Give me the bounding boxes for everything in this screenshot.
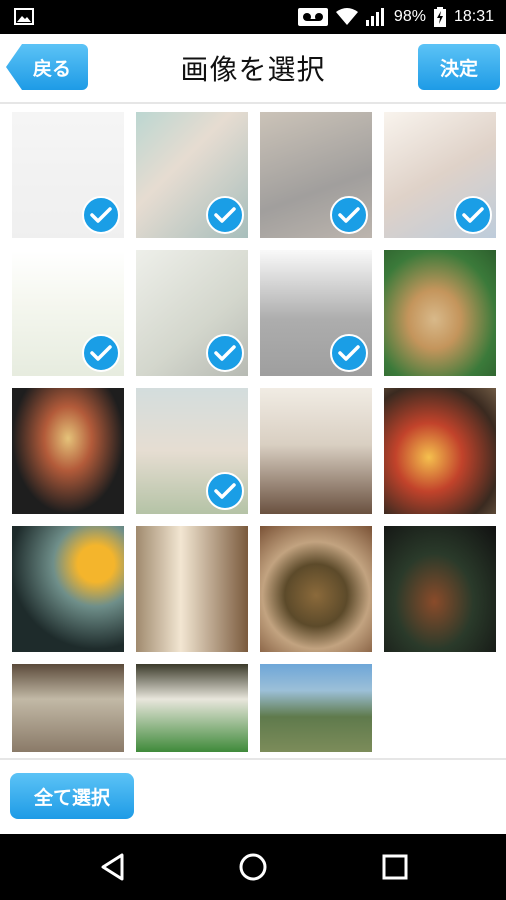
clock: 18:31 [453, 8, 494, 25]
photo-thumbnail [136, 664, 248, 752]
photo-tile[interactable] [384, 526, 496, 652]
photo-tile[interactable] [12, 388, 124, 514]
photo-thumbnail [12, 664, 124, 752]
checkmark-icon [206, 334, 244, 372]
back-icon[interactable] [98, 852, 128, 882]
checkmark-icon [206, 472, 244, 510]
photo-tile[interactable] [136, 112, 248, 238]
photo-tile[interactable] [136, 664, 248, 752]
photo-thumbnail [384, 388, 496, 514]
home-icon[interactable] [238, 852, 268, 882]
checkmark-icon [82, 196, 120, 234]
photo-tile[interactable] [12, 526, 124, 652]
battery-charging-icon [433, 7, 446, 27]
checkmark-icon [454, 196, 492, 234]
checkmark-icon [330, 196, 368, 234]
app-header: 画像を選択 戻る 決定 [0, 34, 506, 104]
status-bar: 98% 18:31 [0, 0, 506, 34]
checkmark-icon [82, 334, 120, 372]
navigation-bar [0, 834, 506, 900]
checkmark-icon [206, 196, 244, 234]
image-icon [14, 8, 34, 25]
back-button[interactable]: 戻る [6, 44, 88, 90]
photo-tile[interactable] [384, 112, 496, 238]
photo-tile[interactable] [12, 664, 124, 752]
photo-thumbnail [260, 664, 372, 752]
checkmark-icon [330, 334, 368, 372]
photo-tile[interactable] [136, 250, 248, 376]
photo-tile[interactable] [260, 388, 372, 514]
wifi-icon [335, 8, 358, 26]
select-all-button[interactable]: 全て選択 [10, 773, 134, 819]
photo-thumbnail [260, 388, 372, 514]
photo-tile[interactable] [136, 388, 248, 514]
confirm-button[interactable]: 決定 [418, 44, 500, 90]
photo-thumbnail [384, 526, 496, 652]
photo-thumbnail [12, 526, 124, 652]
voicemail-icon [297, 7, 328, 27]
photo-tile[interactable] [260, 112, 372, 238]
photo-thumbnail [260, 526, 372, 652]
signal-icon [365, 8, 386, 26]
photo-thumbnail [136, 526, 248, 652]
recents-icon[interactable] [380, 852, 410, 882]
photo-tile[interactable] [136, 526, 248, 652]
photo-thumbnail [384, 250, 496, 376]
photo-tile[interactable] [260, 526, 372, 652]
photo-grid [12, 112, 496, 752]
photo-thumbnail [12, 388, 124, 514]
footer-bar: 全て選択 [0, 758, 506, 834]
photo-tile[interactable] [12, 250, 124, 376]
photo-tile[interactable] [384, 388, 496, 514]
photo-tile[interactable] [260, 250, 372, 376]
photo-tile[interactable] [384, 250, 496, 376]
battery-percent: 98% [393, 8, 426, 25]
photo-tile[interactable] [260, 664, 372, 752]
photo-tile[interactable] [12, 112, 124, 238]
